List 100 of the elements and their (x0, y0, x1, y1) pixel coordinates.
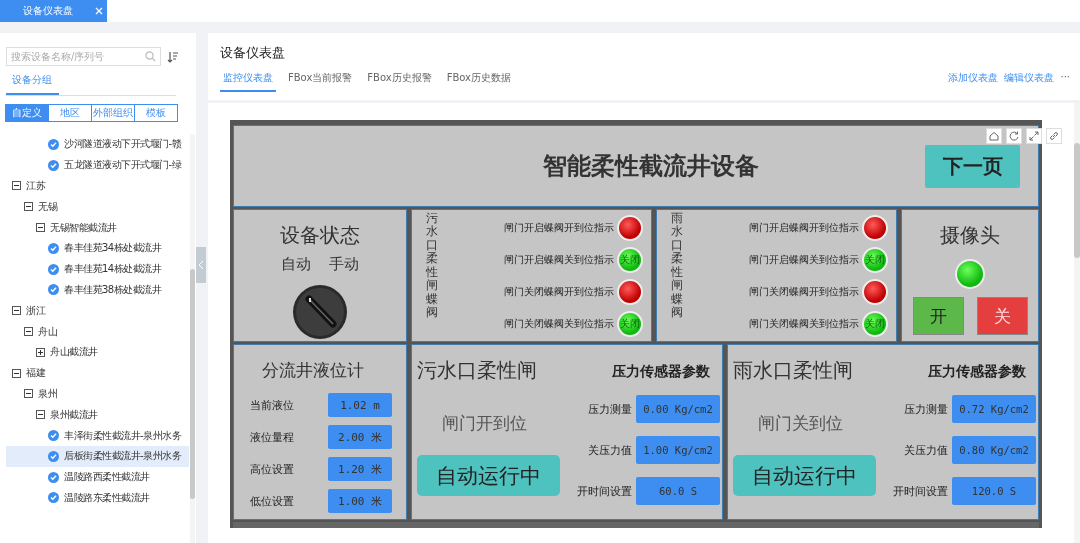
indicator-label: 闸门开启蝶阀开到位指示 (749, 221, 859, 235)
check-icon (48, 138, 59, 150)
params-title: 压力传感器参数 (612, 363, 710, 381)
home-icon[interactable] (986, 128, 1002, 144)
indicator-light: 关闭 (617, 247, 643, 273)
params-title: 压力传感器参数 (928, 363, 1026, 381)
filter-tab[interactable]: 模板 (134, 104, 178, 122)
panel-title: 摄像头 (940, 222, 1000, 249)
collapse-icon[interactable] (36, 223, 45, 233)
check-icon (48, 450, 59, 462)
value-display: 1.20 米 (328, 457, 392, 481)
tree-item[interactable]: 春丰佳苑38栋处截流井 (64, 282, 162, 297)
check-icon (48, 263, 59, 275)
fullscreen-icon[interactable] (1026, 128, 1042, 144)
tree-item[interactable]: 无锡智能截流井 (50, 220, 117, 235)
tree-item[interactable]: 温陵路东柔性截流井 (64, 490, 150, 505)
page-title: 设备仪表盘 (220, 45, 286, 62)
link-icon[interactable] (1046, 128, 1062, 144)
field-label: 开时间设置 (893, 483, 948, 499)
mode-label: 自动 (281, 255, 311, 274)
tree-item[interactable]: 舟山 (38, 324, 57, 339)
screen-title: 智能柔性截流井设备 (543, 151, 759, 182)
collapse-icon[interactable] (24, 202, 33, 212)
mode-badge: 自动运行中 (417, 455, 560, 496)
mode-label: 手动 (329, 255, 359, 274)
field-label: 压力测量 (904, 401, 948, 417)
check-icon (48, 284, 59, 296)
indicator-label: 闸门关闭蝶阀开到位指示 (504, 285, 614, 299)
sort-icon[interactable] (167, 50, 179, 63)
tree-item[interactable]: 舟山截流井 (50, 345, 98, 360)
collapse-icon[interactable] (12, 368, 21, 378)
close-icon[interactable] (94, 7, 103, 15)
value-display: 0.00 Kg/cm2 (636, 395, 720, 423)
vertical-label: 污水口柔性闸蝶阀 (426, 212, 438, 322)
tree-item[interactable]: 泉州截流井 (50, 407, 98, 422)
dashboard-tab[interactable]: FBox历史报警 (364, 71, 435, 92)
indicator-light: 关闭 (862, 247, 888, 273)
on-button[interactable]: 开 (912, 297, 964, 335)
group-tab[interactable]: 设备分组 (6, 70, 59, 95)
check-icon (48, 242, 59, 254)
field-label: 开时间设置 (577, 483, 632, 499)
indicator-label: 闸门开启蝶阀开到位指示 (504, 221, 614, 235)
value-display: 60.0 S (636, 477, 720, 505)
field-label: 关压力值 (904, 442, 948, 458)
filter-tab[interactable]: 地区 (48, 104, 92, 122)
panel-title: 设备状态 (280, 222, 360, 249)
dashboard-tab[interactable]: FBox历史数据 (443, 71, 515, 92)
value-display: 0.72 Kg/cm2 (952, 395, 1036, 423)
collapse-icon[interactable] (36, 410, 45, 420)
check-icon (48, 492, 59, 504)
expand-icon[interactable] (36, 347, 45, 357)
scrollbar[interactable] (190, 134, 195, 543)
value-display: 1.02 m (328, 393, 392, 417)
tree-item[interactable]: 福建 (26, 366, 45, 381)
field-label: 液位量程 (250, 429, 294, 445)
action-link[interactable]: 添加仪表盘 (948, 71, 999, 92)
check-icon (48, 159, 59, 171)
filter-tab[interactable]: 外部组织 (91, 104, 135, 122)
indicator-light: 关闭 (862, 311, 888, 337)
field-label: 低位设置 (250, 493, 294, 509)
check-icon (48, 430, 59, 442)
tree-item[interactable]: 无锡 (38, 199, 57, 214)
refresh-icon[interactable] (1006, 128, 1022, 144)
indicator-label: 闸门关闭蝶阀关到位指示 (749, 317, 859, 331)
indicator-label: 闸门开启蝶阀关到位指示 (749, 253, 859, 267)
action-link[interactable]: 编辑仪表盘 (1004, 71, 1055, 92)
dashboard-tab[interactable]: FBox当前报警 (285, 71, 356, 92)
tree-item[interactable]: 沙河隧道液动下开式堰门-赣 (64, 137, 182, 152)
vertical-label: 雨水口柔性闸蝶阀 (671, 212, 683, 322)
selector-knob[interactable] (292, 284, 348, 340)
search-field[interactable]: 搜索设备名称/序列号 (6, 47, 161, 66)
tree-item[interactable]: 泉州 (38, 386, 57, 401)
tree-item[interactable]: 五龙隧道液动下开式堰门-绿 (64, 158, 182, 173)
tree-item[interactable]: 浙江 (26, 303, 45, 318)
collapse-icon[interactable] (12, 306, 21, 316)
value-display: 120.0 S (952, 477, 1036, 505)
tree-item[interactable]: 春丰佳苑34栋处截流井 (64, 241, 162, 256)
field-label: 压力测量 (588, 401, 632, 417)
dashboard-tab[interactable]: 监控仪表盘 (220, 71, 276, 92)
panel-title: 污水口柔性闸 (417, 357, 538, 384)
tree-item[interactable]: 江苏 (26, 179, 45, 193)
collapse-handle[interactable] (196, 247, 206, 283)
mode-badge: 自动运行中 (733, 455, 876, 496)
tree-item[interactable]: 丰泽街柔性截流井-泉州水务 (64, 428, 182, 443)
scrollbar[interactable] (1074, 103, 1080, 543)
value-display: 1.00 Kg/cm2 (636, 436, 720, 464)
collapse-icon[interactable] (24, 327, 33, 337)
indicator-label: 闸门关闭蝶阀开到位指示 (749, 285, 859, 299)
collapse-icon[interactable] (12, 181, 21, 191)
tree-item[interactable]: 温陵路西柔性截流井 (64, 470, 150, 485)
field-label: 当前液位 (250, 397, 294, 413)
gate-status: 闸门开到位 (442, 412, 528, 435)
collapse-icon[interactable] (24, 389, 33, 399)
gate-status: 闸门关到位 (758, 412, 844, 435)
tree-item[interactable]: 春丰佳苑14栋处截流井 (64, 262, 162, 277)
panel-title: 雨水口柔性闸 (733, 357, 854, 384)
next-page-button[interactable]: 下一页 (925, 144, 1020, 188)
value-display: 1.00 米 (328, 489, 392, 513)
value-display: 2.00 米 (328, 425, 392, 449)
more-button[interactable]: ··· (1060, 71, 1070, 92)
